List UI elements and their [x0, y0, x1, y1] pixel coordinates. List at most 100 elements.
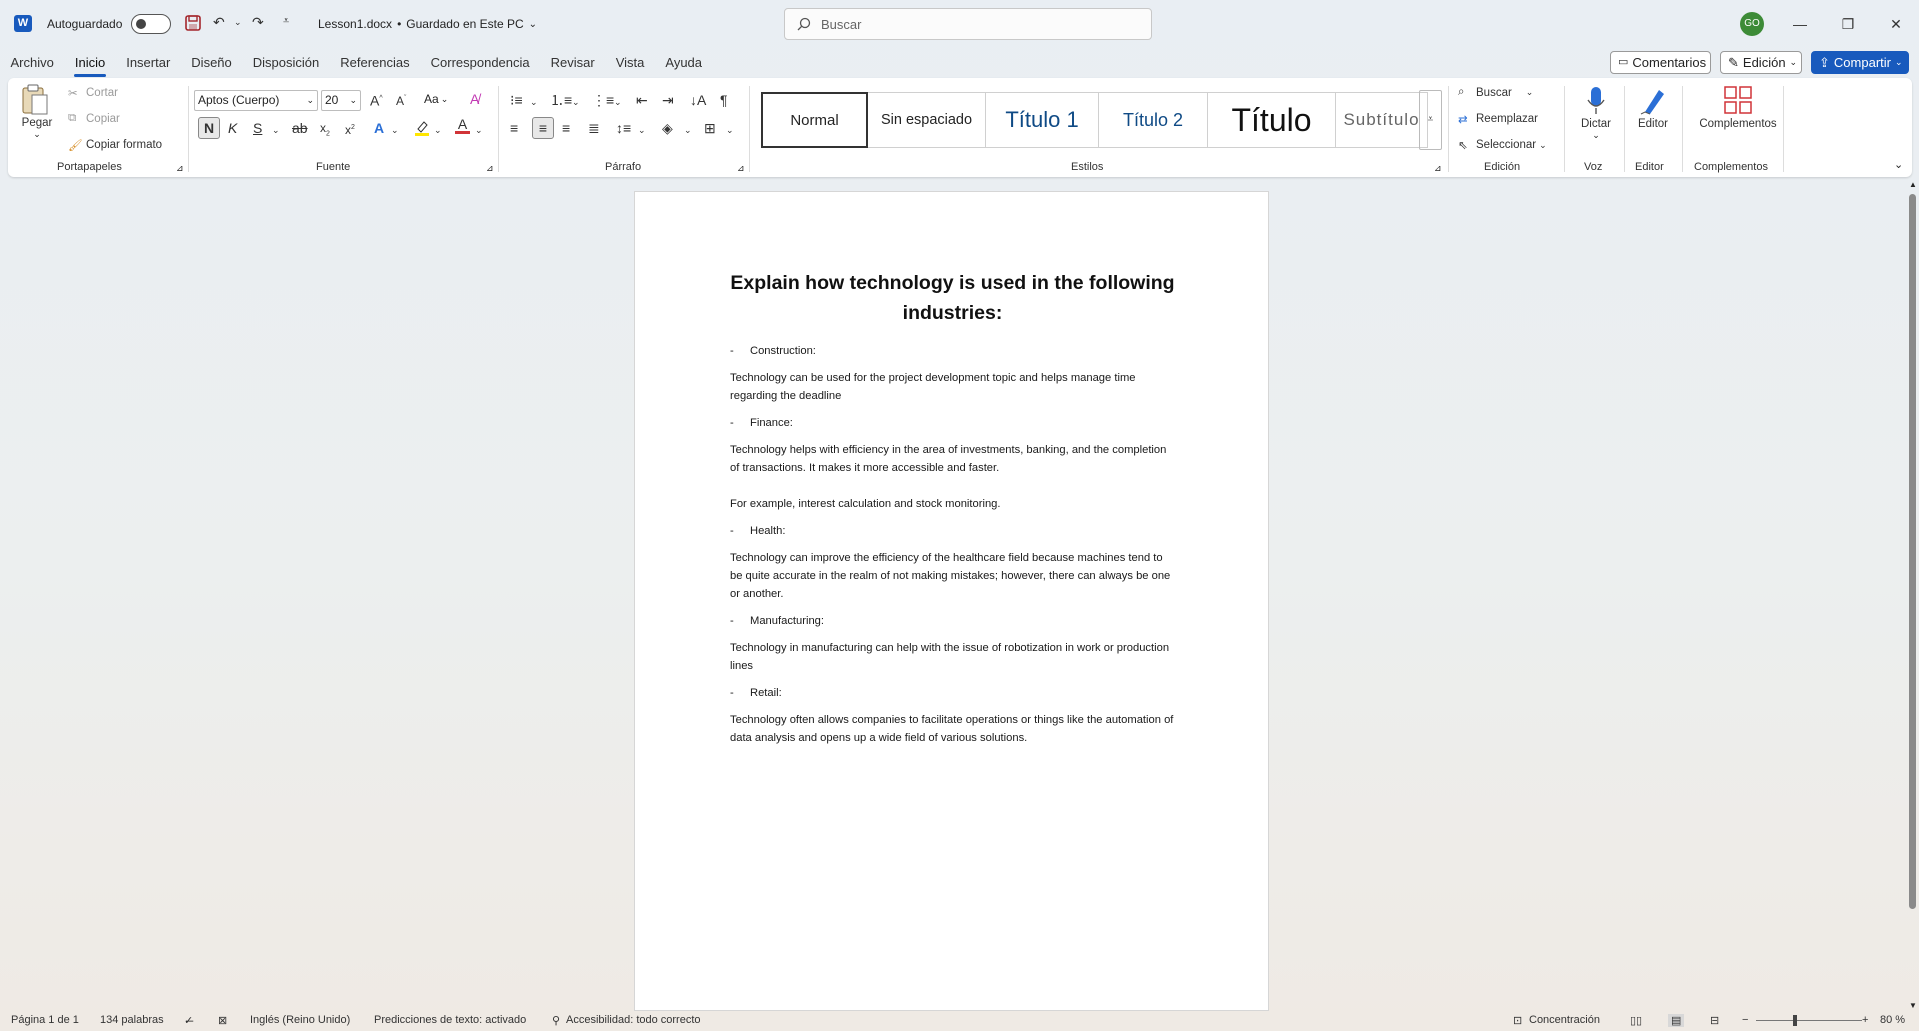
collapse-ribbon-icon[interactable]: ⌄	[1894, 158, 1903, 171]
autosave-toggle[interactable]	[131, 14, 171, 34]
zoom-slider-thumb[interactable]	[1793, 1015, 1797, 1026]
shading-icon[interactable]: ◈	[662, 120, 673, 136]
style-title[interactable]: Título	[1208, 92, 1336, 148]
tab-diseno[interactable]: Diseño	[181, 52, 242, 74]
web-layout-icon[interactable]: ⊟	[1710, 1014, 1719, 1027]
font-color-icon[interactable]: A	[455, 117, 470, 134]
underline-icon[interactable]: S	[253, 120, 262, 136]
page-count[interactable]: Página 1 de 1	[11, 1014, 79, 1026]
copy-button[interactable]: ⧉ Copiar	[68, 112, 120, 125]
grow-font-icon[interactable]: A^	[370, 91, 383, 109]
document-title[interactable]: Lesson1.docx • Guardado en Este PC ⌄	[318, 17, 537, 31]
dictate-button[interactable]: Dictar ⌄	[1578, 86, 1614, 141]
align-left-icon[interactable]: ≡	[510, 120, 518, 136]
numbering-icon[interactable]: ⒈≡	[550, 92, 572, 108]
select-button[interactable]: ⇖ Seleccionar ⌄	[1458, 138, 1547, 152]
avatar[interactable]: GO	[1740, 12, 1764, 36]
line-spacing-dropdown-icon[interactable]: ⌄	[638, 122, 646, 138]
proofing-icon[interactable]: ✓̶	[184, 1014, 193, 1027]
highlight-dropdown-icon[interactable]: ⌄	[434, 122, 442, 138]
styles-more-icon[interactable]: ⩡	[1419, 90, 1442, 150]
undo-icon[interactable]: ↶	[213, 14, 225, 30]
dialog-launcher-icon[interactable]: ⊿	[486, 163, 494, 174]
editing-mode-button[interactable]: ✎ Edición ⌄	[1720, 51, 1802, 74]
document-page[interactable]: Explain how technology is used in the fo…	[634, 191, 1269, 1011]
align-right-icon[interactable]: ≡	[562, 120, 570, 136]
change-case-button[interactable]: Aa ⌄	[424, 92, 448, 106]
align-center-icon[interactable]: ≡	[532, 117, 554, 139]
bullets-dropdown-icon[interactable]: ⌄	[530, 94, 538, 110]
cut-button[interactable]: ✂ Cortar	[68, 86, 118, 100]
dialog-launcher-icon[interactable]: ⊿	[737, 163, 745, 174]
style-subtitle[interactable]: Subtítulo	[1336, 92, 1428, 148]
save-icon[interactable]	[184, 14, 202, 32]
numbering-dropdown-icon[interactable]: ⌄	[572, 94, 580, 110]
tab-ayuda[interactable]: Ayuda	[655, 52, 713, 74]
addins-button[interactable]: Complementos	[1690, 86, 1786, 130]
zoom-level[interactable]: 80 %	[1880, 1014, 1905, 1026]
track-changes-icon[interactable]: ⊠	[218, 1014, 227, 1027]
style-no-spacing[interactable]: Sin espaciado	[868, 92, 986, 148]
tab-correspondencia[interactable]: Correspondencia	[420, 52, 540, 74]
read-mode-icon[interactable]: ▯▯	[1630, 1014, 1642, 1027]
tab-referencias[interactable]: Referencias	[330, 52, 420, 74]
font-name-select[interactable]: Aptos (Cuerpo) ⌄	[194, 90, 318, 111]
close-icon[interactable]: ✕	[1882, 12, 1910, 36]
font-color-dropdown-icon[interactable]: ⌄	[475, 122, 483, 138]
tab-revisar[interactable]: Revisar	[540, 52, 605, 74]
borders-dropdown-icon[interactable]: ⌄	[726, 122, 734, 138]
highlight-icon[interactable]	[414, 119, 430, 137]
redo-icon[interactable]: ↷	[252, 14, 264, 30]
undo-dropdown-icon[interactable]: ⌄	[234, 14, 242, 30]
format-painter-button[interactable]: 🖌 Copiar formato	[68, 138, 162, 152]
minimize-icon[interactable]: —	[1786, 12, 1814, 36]
dialog-launcher-icon[interactable]: ⊿	[1434, 163, 1442, 174]
focus-mode-button[interactable]: Concentración	[1529, 1014, 1600, 1026]
comments-button[interactable]: ▭ Comentarios	[1610, 51, 1711, 74]
subscript-icon[interactable]: x2	[320, 120, 330, 142]
underline-dropdown-icon[interactable]: ⌄	[272, 122, 280, 138]
customize-toolbar-icon[interactable]: ⩡	[283, 13, 289, 29]
tab-vista[interactable]: Vista	[605, 52, 655, 74]
print-layout-icon[interactable]: ▤	[1668, 1014, 1685, 1027]
tab-insertar[interactable]: Insertar	[116, 52, 181, 74]
paste-button[interactable]: Pegar ⌄	[20, 84, 54, 140]
shrink-font-icon[interactable]: Aˇ	[396, 91, 406, 109]
find-button[interactable]: ⌕ Buscar ⌄	[1458, 86, 1533, 99]
text-effects-dropdown-icon[interactable]: ⌄	[391, 122, 399, 138]
scroll-down-icon[interactable]: ▼	[1909, 1001, 1917, 1010]
multilevel-list-icon[interactable]: ⋮≡	[592, 92, 614, 108]
bullets-icon[interactable]: ⁝≡	[510, 92, 523, 108]
multilevel-dropdown-icon[interactable]: ⌄	[614, 94, 622, 110]
clear-formatting-icon[interactable]: A̸	[470, 91, 479, 107]
accessibility-status[interactable]: Accesibilidad: todo correcto	[566, 1014, 701, 1026]
increase-indent-icon[interactable]: ⇥	[662, 92, 674, 108]
style-heading-2[interactable]: Título 2	[1099, 92, 1208, 148]
zoom-slider[interactable]	[1756, 1020, 1862, 1021]
italic-icon[interactable]: K	[228, 120, 237, 136]
font-size-select[interactable]: 20 ⌄	[321, 90, 361, 111]
strikethrough-icon[interactable]: ab	[292, 120, 308, 136]
restore-icon[interactable]: ❐	[1834, 12, 1862, 36]
text-effects-icon[interactable]: A	[374, 120, 384, 136]
tab-archivo[interactable]: Archivo	[0, 52, 64, 74]
scroll-up-icon[interactable]: ▲	[1909, 180, 1917, 189]
vertical-scrollbar[interactable]: ▲ ▼	[1906, 180, 1919, 1010]
superscript-icon[interactable]: x2	[345, 120, 355, 138]
text-predictions-status[interactable]: Predicciones de texto: activado	[374, 1014, 526, 1026]
justify-icon[interactable]: ≣	[588, 120, 600, 136]
search-box[interactable]: Buscar	[784, 8, 1152, 40]
zoom-in-icon[interactable]: +	[1862, 1014, 1868, 1026]
document-body[interactable]: Explain how technology is used in the fo…	[730, 268, 1175, 756]
style-normal[interactable]: Normal	[761, 92, 868, 148]
tab-disposicion[interactable]: Disposición	[242, 52, 329, 74]
pilcrow-icon[interactable]: ¶	[720, 92, 728, 108]
share-button[interactable]: ⇪ Compartir ⌄	[1811, 51, 1909, 74]
shading-dropdown-icon[interactable]: ⌄	[684, 122, 692, 138]
scrollbar-thumb[interactable]	[1909, 194, 1916, 909]
zoom-out-icon[interactable]: −	[1742, 1014, 1748, 1026]
tab-inicio[interactable]: Inicio	[64, 52, 115, 77]
dialog-launcher-icon[interactable]: ⊿	[176, 163, 184, 174]
sort-icon[interactable]: ↓A	[690, 92, 706, 108]
decrease-indent-icon[interactable]: ⇤	[636, 92, 648, 108]
